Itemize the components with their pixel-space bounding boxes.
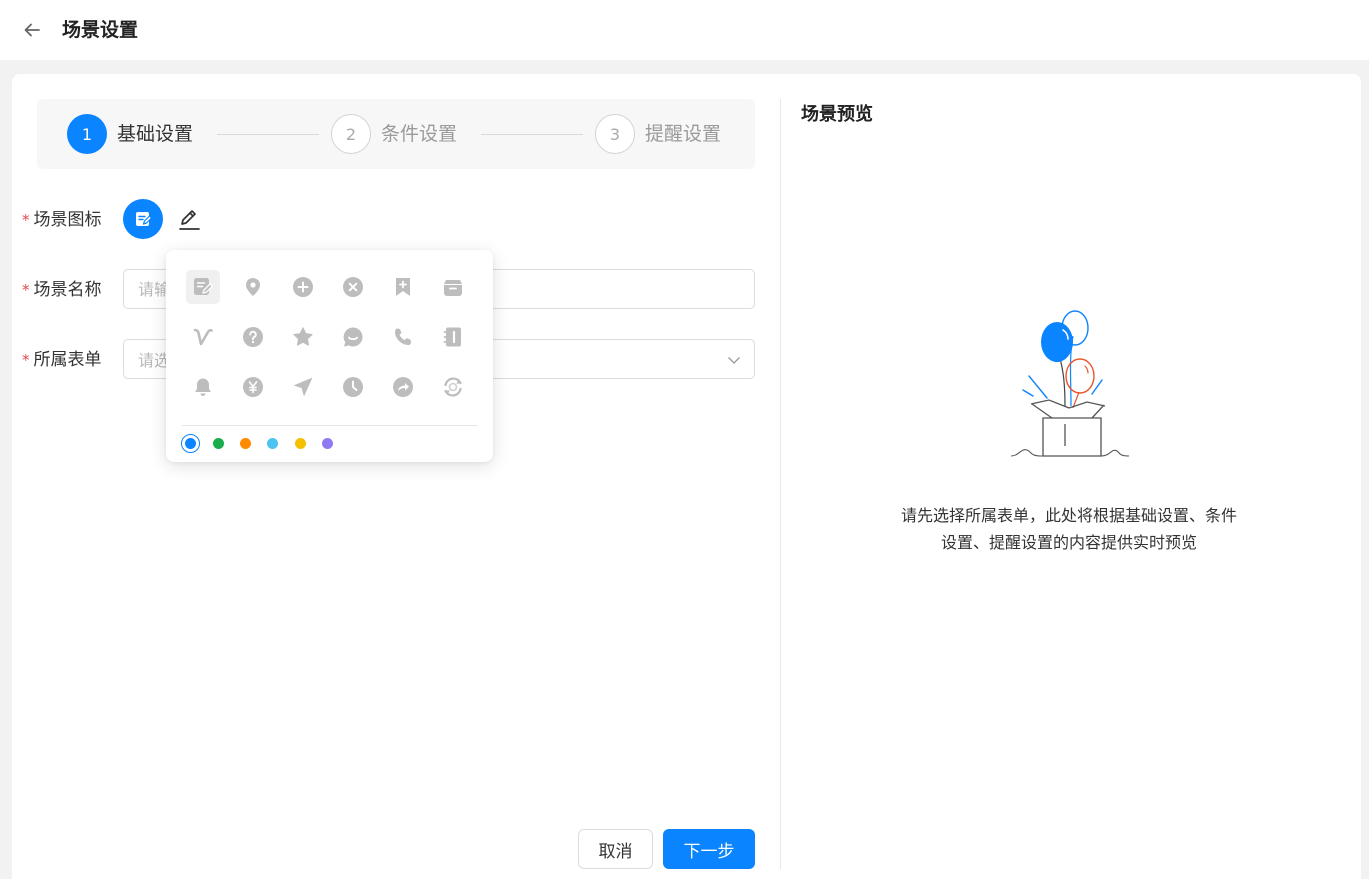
preview-title: 场景预览 bbox=[801, 104, 873, 125]
preview-empty-message: 请先选择所属表单，此处将根据基础设置、条件 设置、提醒设置的内容提供实时预览 bbox=[869, 502, 1269, 556]
required-mark: * bbox=[22, 351, 30, 369]
yen-circle-icon bbox=[243, 377, 263, 397]
page-title: 场景设置 bbox=[62, 19, 139, 41]
icon-option-contacts[interactable] bbox=[436, 320, 470, 354]
icon-option-phone[interactable] bbox=[386, 320, 420, 354]
step-3-number: 3 bbox=[595, 114, 635, 154]
close-circle-icon bbox=[343, 277, 363, 297]
back-button[interactable] bbox=[20, 18, 44, 42]
icon-picker-popover bbox=[166, 250, 493, 462]
color-option-sky[interactable] bbox=[267, 438, 278, 449]
color-option-blue[interactable] bbox=[185, 438, 196, 449]
main-card bbox=[12, 74, 1361, 879]
step-1-number: 1 bbox=[67, 114, 107, 154]
edit-icon-button[interactable] bbox=[176, 206, 202, 232]
phone-icon bbox=[394, 328, 411, 346]
step-connector bbox=[481, 134, 583, 135]
bookmark-add-icon bbox=[396, 278, 410, 296]
bell-icon bbox=[195, 378, 211, 396]
icon-option-bookmark[interactable] bbox=[386, 270, 420, 304]
icon-option-clock[interactable] bbox=[336, 370, 370, 404]
icon-option-location[interactable] bbox=[236, 270, 270, 304]
refresh-globe-icon bbox=[444, 377, 462, 397]
scene-name-label: * 场景名称 bbox=[22, 279, 102, 301]
picker-divider bbox=[182, 425, 478, 426]
icon-option-send[interactable] bbox=[286, 370, 320, 404]
arrow-left-icon bbox=[24, 23, 40, 37]
icon-option-close[interactable] bbox=[336, 270, 370, 304]
required-mark: * bbox=[22, 211, 30, 229]
chat-smile-icon bbox=[343, 327, 363, 347]
color-option-purple[interactable] bbox=[322, 438, 333, 449]
scene-icon-label-text: 场景图标 bbox=[33, 210, 102, 230]
archive-box-icon bbox=[444, 280, 462, 296]
step-2-number: 2 bbox=[331, 114, 371, 154]
note-edit-icon bbox=[194, 278, 213, 295]
chevron-down-icon bbox=[728, 357, 740, 364]
step-3-label: 提醒设置 bbox=[645, 123, 722, 145]
color-option-green[interactable] bbox=[213, 438, 224, 449]
icon-option-chat[interactable] bbox=[336, 320, 370, 354]
top-bar: 场景设置 bbox=[0, 0, 1369, 60]
v-letter-icon bbox=[193, 328, 213, 346]
step-bar: 1 基础设置 2 条件设置 3 提醒设置 bbox=[37, 99, 755, 169]
icon-option-note-edit[interactable] bbox=[186, 270, 220, 304]
note-edit-icon bbox=[136, 212, 153, 226]
cancel-button[interactable]: 取消 bbox=[578, 829, 653, 869]
icon-option-archive[interactable] bbox=[436, 270, 470, 304]
color-option-orange[interactable] bbox=[240, 438, 251, 449]
plus-circle-icon bbox=[293, 277, 313, 297]
icon-option-yen[interactable] bbox=[236, 370, 270, 404]
icon-option-bell[interactable] bbox=[186, 370, 220, 404]
icon-option-plus[interactable] bbox=[286, 270, 320, 304]
location-pin-icon bbox=[246, 278, 260, 296]
step-2-label: 条件设置 bbox=[381, 123, 458, 145]
share-forward-icon bbox=[393, 377, 413, 397]
contact-book-icon bbox=[443, 327, 461, 347]
icon-option-share[interactable] bbox=[386, 370, 420, 404]
icon-option-v[interactable] bbox=[186, 320, 220, 354]
form-select-label: * 所属表单 bbox=[22, 349, 102, 371]
scene-name-label-text: 场景名称 bbox=[33, 280, 102, 300]
step-1-label: 基础设置 bbox=[117, 123, 194, 145]
scene-icon-label: * 场景图标 bbox=[22, 209, 102, 231]
panel-divider bbox=[780, 99, 781, 869]
form-select-label-text: 所属表单 bbox=[33, 350, 102, 370]
star-icon bbox=[293, 327, 313, 346]
color-ring-selected[interactable] bbox=[181, 434, 200, 453]
question-circle-icon bbox=[243, 327, 263, 347]
next-step-button[interactable]: 下一步 bbox=[663, 829, 755, 869]
send-arrow-icon bbox=[293, 377, 313, 397]
required-mark: * bbox=[22, 281, 30, 299]
preview-empty-line-2: 设置、提醒设置的内容提供实时预览 bbox=[940, 533, 1197, 552]
scene-icon-preview[interactable] bbox=[123, 199, 163, 239]
color-option-yellow[interactable] bbox=[295, 438, 306, 449]
icon-option-refresh[interactable] bbox=[436, 370, 470, 404]
icon-option-star[interactable] bbox=[286, 320, 320, 354]
step-connector bbox=[217, 134, 319, 135]
empty-gift-balloons-illustration bbox=[1010, 310, 1130, 457]
icon-option-question[interactable] bbox=[236, 320, 270, 354]
clock-icon bbox=[343, 377, 363, 397]
pencil-icon bbox=[179, 210, 200, 230]
preview-empty-line-1: 请先选择所属表单，此处将根据基础设置、条件 bbox=[900, 506, 1237, 525]
